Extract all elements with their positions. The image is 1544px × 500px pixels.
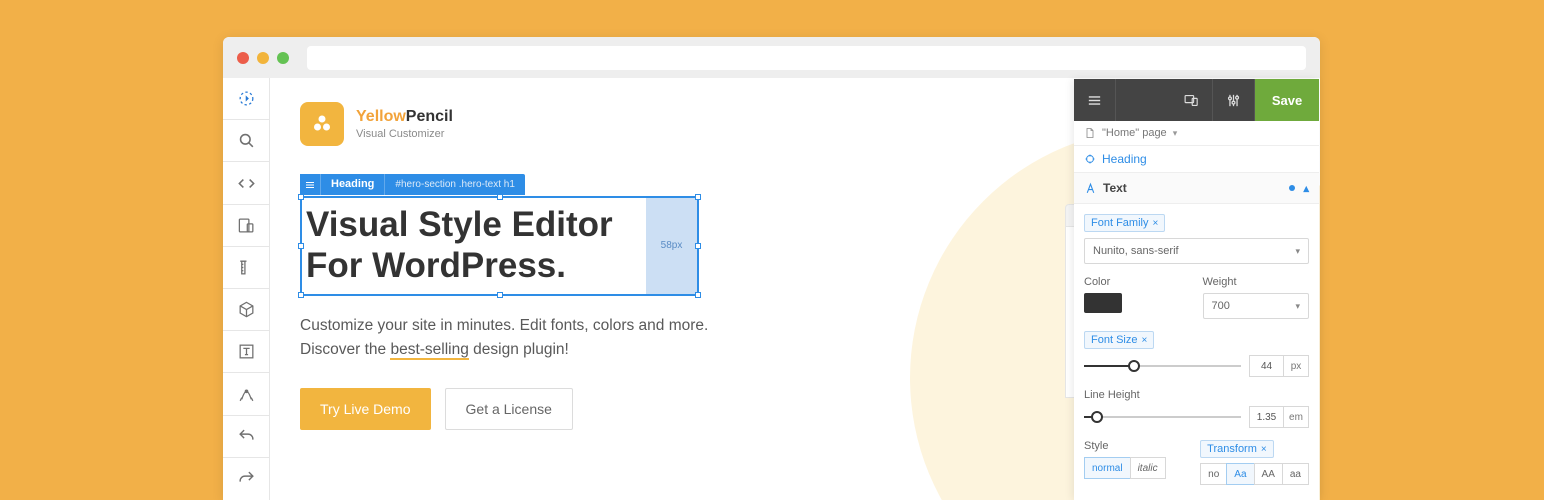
style-normal[interactable]: normal	[1084, 457, 1130, 479]
animation-tool[interactable]	[223, 373, 270, 415]
selection-box[interactable]: Visual Style EditorFor WordPress. 58px	[300, 196, 699, 297]
inspector-panel: Save "Home" page ▾ Heading Text ▴ Font F…	[1074, 79, 1319, 500]
style-label: Style	[1084, 440, 1188, 452]
slider-knob[interactable]	[1128, 360, 1140, 372]
transform-upper[interactable]: AA	[1254, 463, 1282, 485]
logo-title-b: Pencil	[406, 108, 453, 125]
selection-label: Heading	[321, 174, 385, 195]
selection-selector: #hero-section .hero-text h1	[385, 174, 525, 195]
devices-icon[interactable]	[1171, 79, 1213, 121]
resize-handle[interactable]	[497, 194, 503, 200]
weight-select[interactable]: 700 ▾	[1203, 293, 1310, 319]
font-family-select[interactable]: Nunito, sans-serif ▾	[1084, 238, 1309, 264]
resize-handle[interactable]	[298, 292, 304, 298]
code-tool[interactable]	[223, 162, 270, 204]
font-size-chip[interactable]: Font Size ×	[1084, 331, 1154, 349]
font-size-slider[interactable]	[1084, 355, 1241, 377]
get-license-button[interactable]: Get a License	[445, 388, 573, 430]
chevron-down-icon: ▾	[1295, 246, 1300, 257]
element-breadcrumb[interactable]: Heading	[1074, 146, 1319, 173]
page-icon	[1084, 127, 1096, 139]
url-bar[interactable]	[307, 46, 1306, 70]
padding-label: 58px	[661, 240, 683, 251]
responsive-tool[interactable]	[223, 205, 270, 247]
hero-title[interactable]: Visual Style EditorFor WordPress.	[306, 204, 642, 287]
line-height-unit[interactable]: em	[1283, 406, 1309, 428]
measure-tool[interactable]	[223, 247, 270, 289]
menu-icon[interactable]	[1074, 79, 1116, 121]
slider-knob[interactable]	[1091, 411, 1103, 423]
inspector-topbar: Save	[1074, 79, 1319, 121]
traffic-lights	[237, 52, 289, 64]
page-breadcrumb[interactable]: "Home" page ▾	[1074, 121, 1319, 146]
cube-tool[interactable]	[223, 289, 270, 331]
breadcrumb-label: "Home" page	[1102, 127, 1167, 139]
color-swatch[interactable]	[1084, 293, 1122, 313]
line-height-slider[interactable]	[1084, 406, 1241, 428]
browser-chrome	[223, 37, 1320, 78]
site-logo[interactable]: YellowPencil Visual Customizer	[300, 102, 453, 146]
logo-icon	[300, 102, 344, 146]
transform-no[interactable]: no	[1200, 463, 1226, 485]
style-italic[interactable]: italic	[1130, 457, 1166, 479]
color-label: Color	[1084, 276, 1191, 288]
close-icon[interactable]: ×	[1261, 444, 1267, 455]
chevron-up-icon[interactable]: ▴	[1303, 182, 1309, 195]
transform-group: no Aa AA aa	[1200, 463, 1309, 485]
close-icon[interactable]: ×	[1152, 218, 1158, 229]
typography-tool[interactable]	[223, 331, 270, 373]
inspector-content: Font Family × Nunito, sans-serif ▾ Color…	[1074, 204, 1319, 495]
element-label: Heading	[1102, 152, 1147, 166]
text-icon	[1084, 182, 1097, 195]
transform-capitalize[interactable]: Aa	[1226, 463, 1253, 485]
resize-handle[interactable]	[695, 292, 701, 298]
try-demo-button[interactable]: Try Live Demo	[300, 388, 431, 430]
resize-handle[interactable]	[298, 243, 304, 249]
undo-tool[interactable]	[223, 416, 270, 458]
line-height-label: Line Height	[1084, 389, 1309, 401]
target-tool[interactable]	[223, 78, 270, 120]
padding-indicator: 58px	[646, 198, 697, 295]
maximize-icon[interactable]	[277, 52, 289, 64]
logo-subtitle: Visual Customizer	[356, 128, 453, 140]
dot-icon[interactable]	[1289, 185, 1295, 191]
selection-tag[interactable]: Heading #hero-section .hero-text h1	[300, 174, 525, 195]
line-height-input[interactable]	[1249, 406, 1283, 428]
minimize-icon[interactable]	[257, 52, 269, 64]
left-toolbar	[223, 78, 270, 500]
style-group: normal italic	[1084, 457, 1188, 479]
hero-description: Customize your site in minutes. Edit fon…	[300, 314, 720, 362]
resize-handle[interactable]	[298, 194, 304, 200]
resize-handle[interactable]	[695, 194, 701, 200]
font-family-chip[interactable]: Font Family ×	[1084, 214, 1165, 232]
chevron-down-icon: ▾	[1173, 128, 1178, 139]
redo-tool[interactable]	[223, 458, 270, 500]
resize-handle[interactable]	[695, 243, 701, 249]
font-size-input[interactable]	[1249, 355, 1283, 377]
close-icon[interactable]: ×	[1141, 335, 1147, 346]
transform-chip[interactable]: Transform ×	[1200, 440, 1274, 458]
save-button[interactable]: Save	[1255, 79, 1319, 121]
transform-lower[interactable]: aa	[1282, 463, 1309, 485]
target-icon	[1084, 153, 1096, 165]
settings-icon[interactable]	[1213, 79, 1255, 121]
search-tool[interactable]	[223, 120, 270, 162]
section-title: Text	[1103, 181, 1127, 195]
section-text[interactable]: Text ▴	[1074, 173, 1319, 204]
chevron-down-icon: ▾	[1295, 301, 1300, 312]
weight-label: Weight	[1203, 276, 1310, 288]
font-size-unit[interactable]: px	[1283, 355, 1309, 377]
logo-title-a: Yellow	[356, 108, 406, 125]
menu-icon[interactable]	[300, 174, 321, 195]
close-icon[interactable]	[237, 52, 249, 64]
resize-handle[interactable]	[497, 292, 503, 298]
